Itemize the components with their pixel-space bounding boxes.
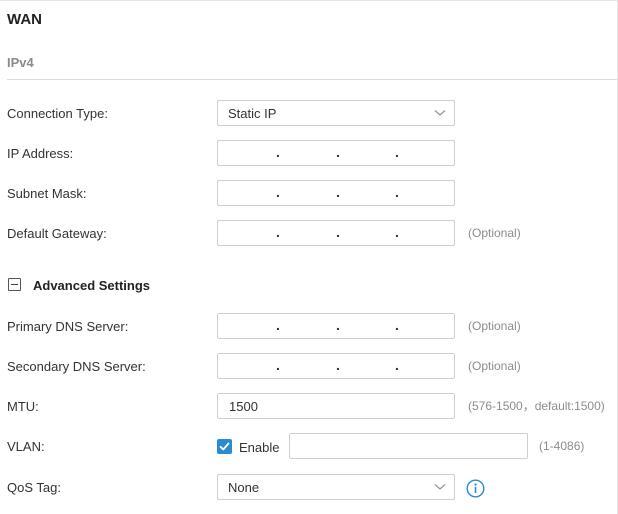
primary-dns-label: Primary DNS Server: xyxy=(7,319,129,334)
mtu-input[interactable]: 1500 xyxy=(217,393,455,419)
secondary-dns-hint: (Optional) xyxy=(468,359,521,373)
ip-separator: . xyxy=(336,144,340,160)
top-border xyxy=(0,0,618,1)
mtu-value: 1500 xyxy=(229,399,258,414)
connection-type-value: Static IP xyxy=(228,106,277,121)
ip-separator: . xyxy=(336,184,340,200)
connection-type-select[interactable]: Static IP xyxy=(217,100,455,126)
vlan-label: VLAN: xyxy=(7,439,45,454)
ip-separator: . xyxy=(395,184,399,200)
ip-separator: . xyxy=(276,144,280,160)
secondary-dns-label: Secondary DNS Server: xyxy=(7,359,146,374)
default-gateway-hint: (Optional) xyxy=(468,226,521,240)
primary-dns-hint: (Optional) xyxy=(468,319,521,333)
chevron-down-icon xyxy=(434,110,446,116)
qos-tag-label: QoS Tag: xyxy=(7,480,61,495)
secondary-dns-input[interactable]: . . . xyxy=(217,353,455,379)
ip-separator: . xyxy=(336,357,340,373)
ip-separator: . xyxy=(276,317,280,333)
page-title: WAN xyxy=(7,11,42,28)
default-gateway-label: Default Gateway: xyxy=(7,226,107,241)
connection-type-label: Connection Type: xyxy=(7,106,108,121)
minus-square-icon[interactable] xyxy=(8,278,21,291)
qos-tag-value: None xyxy=(228,480,260,495)
section-divider xyxy=(7,79,617,80)
mtu-label: MTU: xyxy=(7,399,39,414)
checkmark-icon xyxy=(219,442,230,451)
vlan-enable-checkbox[interactable] xyxy=(217,439,232,454)
qos-tag-select[interactable]: None xyxy=(217,474,455,500)
ip-separator: . xyxy=(395,224,399,240)
ip-address-label: IP Address: xyxy=(7,146,74,161)
ip-separator: . xyxy=(395,357,399,373)
primary-dns-input[interactable]: . . . xyxy=(217,313,455,339)
section-title: IPv4 xyxy=(7,55,34,70)
info-circle-icon[interactable] xyxy=(466,479,485,498)
ip-separator: . xyxy=(395,144,399,160)
ip-separator: . xyxy=(276,184,280,200)
ip-separator: . xyxy=(395,317,399,333)
advanced-settings-toggle[interactable]: Advanced Settings xyxy=(33,278,150,293)
ip-separator: . xyxy=(336,317,340,333)
ip-separator: . xyxy=(336,224,340,240)
ip-separator: . xyxy=(276,224,280,240)
default-gateway-input[interactable]: . . . xyxy=(217,220,455,246)
vlan-enable-label[interactable]: Enable xyxy=(239,440,279,455)
chevron-down-icon xyxy=(434,484,446,490)
subnet-mask-input[interactable]: . . . xyxy=(217,180,455,206)
ip-separator: . xyxy=(276,357,280,373)
subnet-mask-label: Subnet Mask: xyxy=(7,186,87,201)
vlan-hint: (1-4086) xyxy=(539,439,585,453)
vlan-id-input[interactable] xyxy=(289,433,528,459)
mtu-hint: (576-1500，default:1500) xyxy=(468,399,605,413)
ip-address-input[interactable]: . . . xyxy=(217,140,455,166)
